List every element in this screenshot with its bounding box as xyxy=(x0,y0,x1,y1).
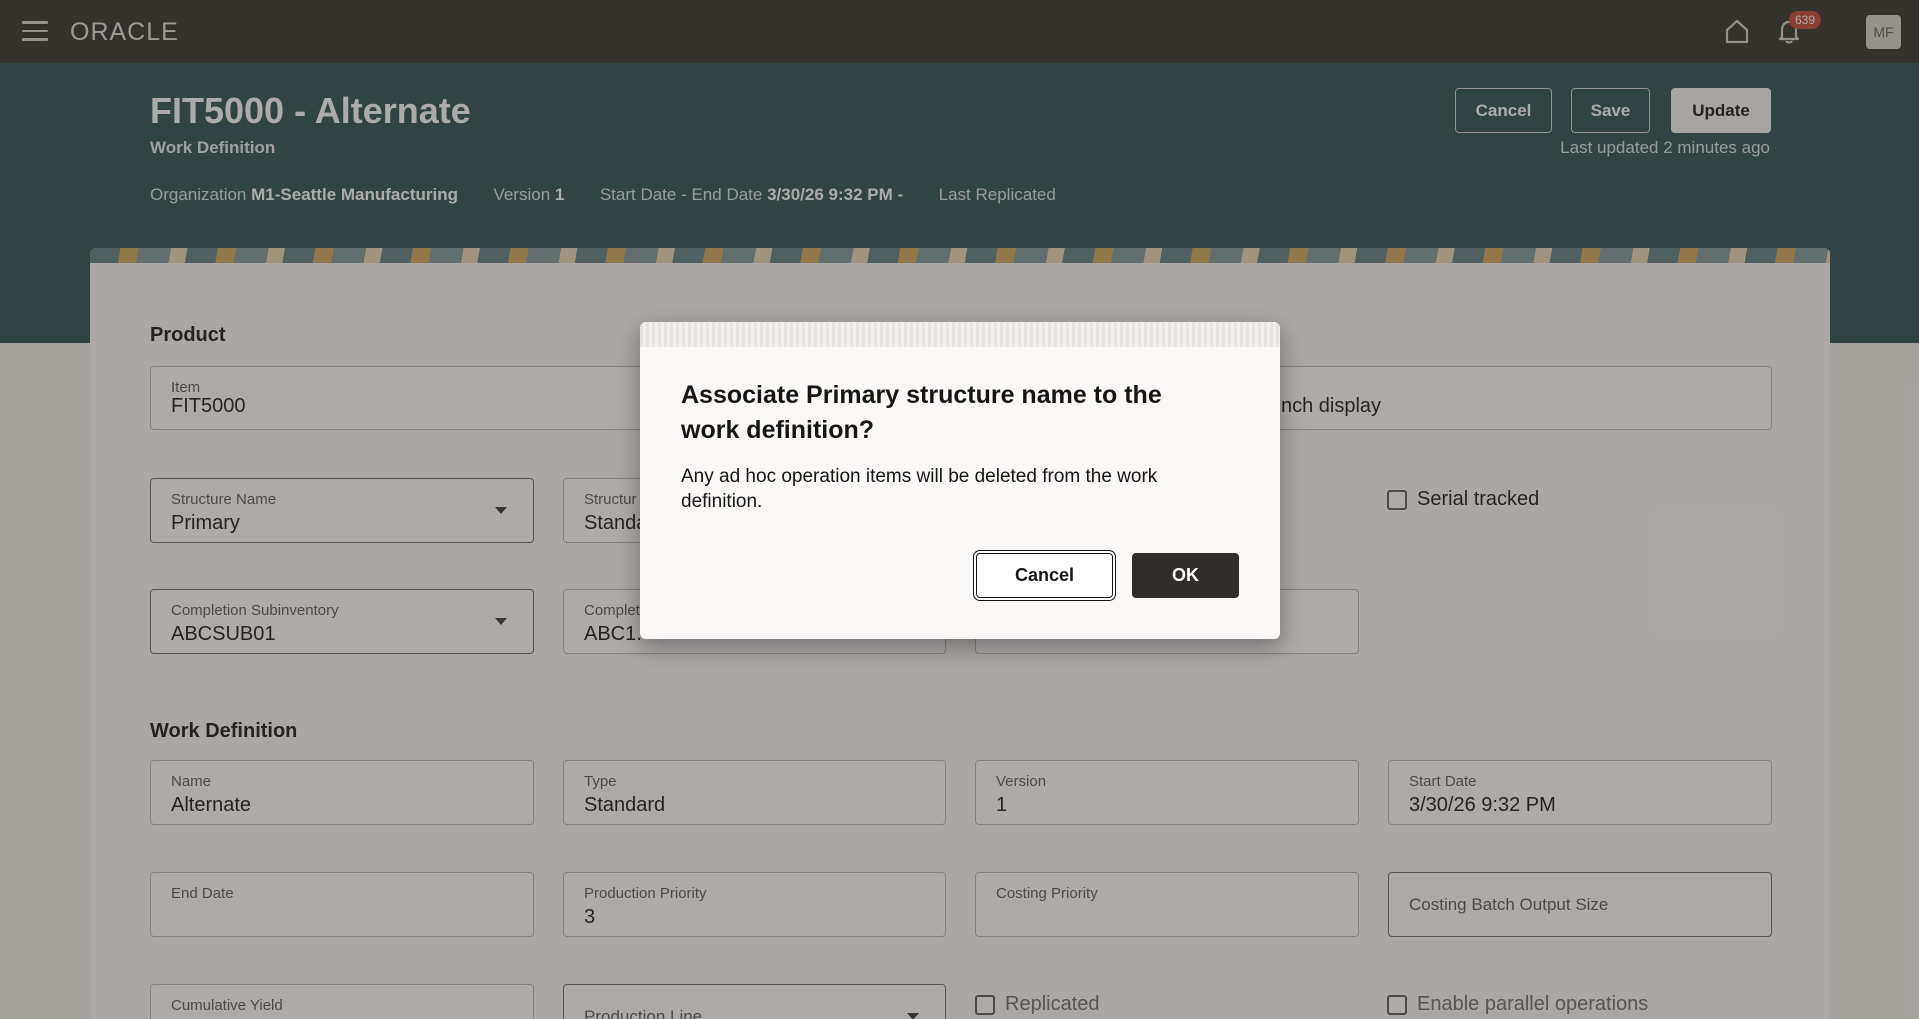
confirm-dialog: Associate Primary structure name to the … xyxy=(640,322,1280,639)
dialog-cancel-button[interactable]: Cancel xyxy=(976,553,1113,598)
dialog-message: Any ad hoc operation items will be delet… xyxy=(681,466,1158,512)
dialog-header-band xyxy=(640,322,1280,347)
dialog-ok-button[interactable]: OK xyxy=(1132,553,1239,598)
dialog-title: Associate Primary structure name to the … xyxy=(681,381,1162,444)
